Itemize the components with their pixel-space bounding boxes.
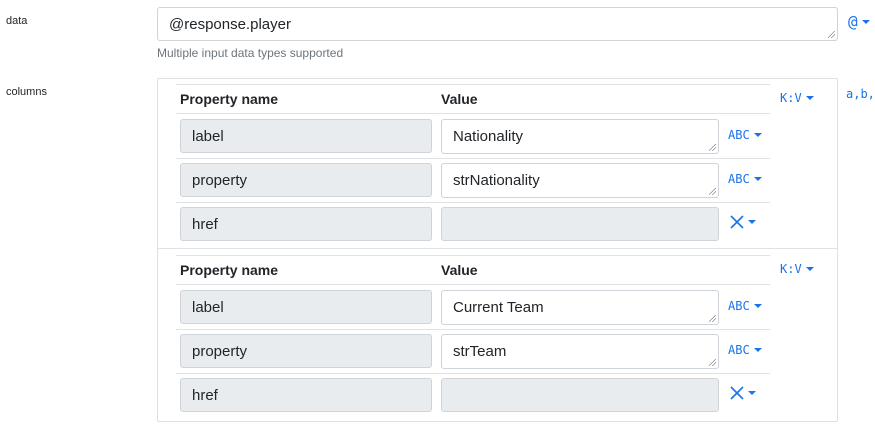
columns-field-label: columns	[6, 86, 47, 98]
caret-down-icon	[861, 19, 870, 24]
resize-grip-icon[interactable]	[709, 315, 716, 322]
value-type-button[interactable]	[730, 215, 756, 229]
value-text: strTeam	[453, 343, 507, 360]
resize-grip-icon[interactable]	[709, 188, 716, 195]
property-name-value: label	[192, 298, 224, 316]
caret-down-icon	[748, 220, 756, 224]
property-name-field[interactable]: property	[180, 334, 432, 368]
divider	[176, 284, 770, 285]
property-name-value: href	[192, 386, 218, 404]
property-name-value: label	[192, 127, 224, 145]
string-type-icon: ABC	[728, 299, 750, 313]
string-type-icon: ABC	[728, 128, 750, 142]
value-input[interactable]: strTeam	[441, 334, 719, 369]
group-type-button[interactable]: K:V	[780, 91, 814, 105]
divider	[176, 158, 770, 159]
value-text: strNationality	[453, 172, 540, 189]
value-input[interactable]: Nationality	[441, 119, 719, 154]
string-type-icon: ABC	[728, 343, 750, 357]
caret-down-icon	[753, 348, 762, 352]
key-value-icon: K:V	[780, 262, 802, 276]
property-name-field[interactable]: href	[180, 378, 432, 412]
value-text: Current Team	[453, 299, 544, 316]
data-help-text: Multiple input data types supported	[157, 46, 344, 60]
caret-down-icon	[753, 133, 762, 137]
string-type-icon: ABC	[728, 172, 750, 186]
value-type-button[interactable]	[730, 386, 756, 400]
resize-grip-icon[interactable]	[828, 31, 835, 38]
array-icon: a,b,c	[846, 87, 875, 101]
caret-down-icon	[753, 304, 762, 308]
value-header: Value	[441, 262, 478, 278]
property-name-field[interactable]: property	[180, 163, 432, 197]
caret-down-icon	[805, 267, 814, 271]
data-input-value: @response.player	[169, 15, 291, 33]
divider	[176, 329, 770, 330]
data-input[interactable]: @response.player	[157, 7, 838, 41]
resize-grip-icon[interactable]	[709, 144, 716, 151]
value-input-empty[interactable]	[441, 207, 719, 241]
resize-grip-icon[interactable]	[709, 359, 716, 366]
value-input[interactable]: strNationality	[441, 163, 719, 198]
property-name-header: Property name	[180, 91, 279, 107]
close-icon	[730, 386, 744, 400]
property-name-field[interactable]: href	[180, 207, 432, 241]
group-separator	[158, 248, 837, 249]
data-type-button[interactable]: @	[848, 12, 870, 31]
divider	[176, 373, 770, 374]
divider	[176, 202, 770, 203]
value-type-button[interactable]: ABC	[728, 128, 762, 142]
value-header: Value	[441, 91, 478, 107]
value-input[interactable]: Current Team	[441, 290, 719, 325]
value-type-button[interactable]: ABC	[728, 343, 762, 357]
close-icon	[730, 215, 744, 229]
property-name-field[interactable]: label	[180, 290, 432, 324]
property-name-value: property	[192, 342, 248, 360]
at-icon: @	[848, 12, 858, 31]
property-name-value: href	[192, 215, 218, 233]
data-field-label: data	[6, 15, 28, 27]
key-value-icon: K:V	[780, 91, 802, 105]
value-text: Nationality	[453, 128, 524, 145]
columns-type-button[interactable]: a,b,c	[846, 87, 875, 101]
property-name-field[interactable]: label	[180, 119, 432, 153]
group-type-button[interactable]: K:V	[780, 262, 814, 276]
property-name-value: property	[192, 171, 248, 189]
value-type-button[interactable]: ABC	[728, 299, 762, 313]
caret-down-icon	[748, 391, 756, 395]
value-type-button[interactable]: ABC	[728, 172, 762, 186]
divider	[176, 113, 770, 114]
property-name-header: Property name	[180, 262, 279, 278]
caret-down-icon	[753, 177, 762, 181]
caret-down-icon	[805, 96, 814, 100]
value-input-empty[interactable]	[441, 378, 719, 412]
